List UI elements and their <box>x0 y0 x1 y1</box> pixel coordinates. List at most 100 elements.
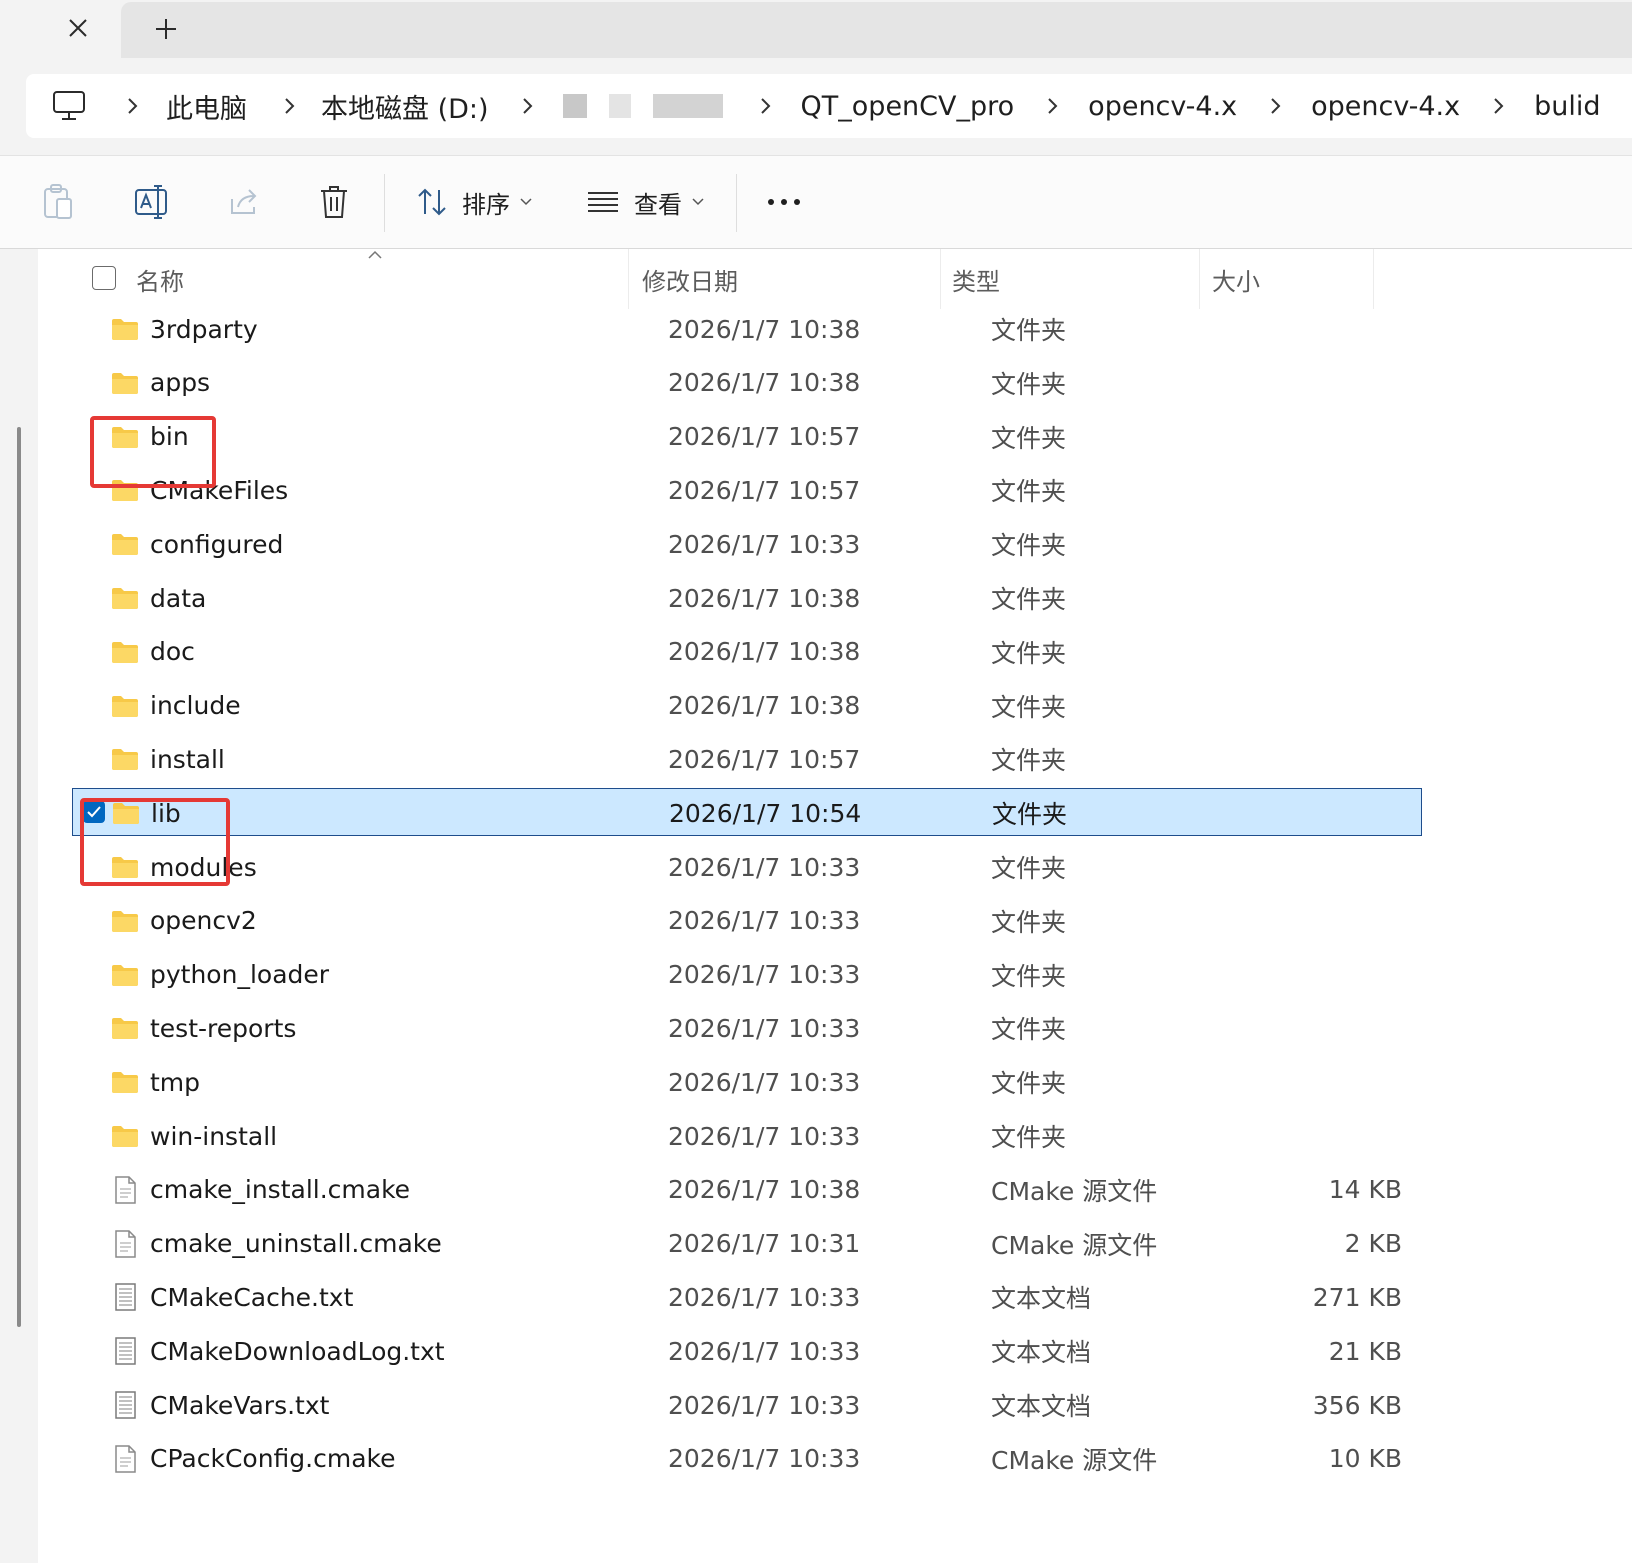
file-row[interactable]: CPackConfig.cmake 2026/1/7 10:33 CMake 源文件… <box>72 1435 1422 1483</box>
file-type: 文件夹 <box>991 907 1067 937</box>
file-row[interactable]: tmp 2026/1/7 10:33 文件夹 <box>72 1058 1422 1106</box>
folder-icon <box>112 910 138 932</box>
chevron-right-icon[interactable] <box>1263 96 1289 116</box>
file-name[interactable]: include <box>150 682 241 730</box>
header-size[interactable]: 大小 <box>1212 249 1260 309</box>
file-modified-date: 2026/1/7 10:38 <box>668 368 861 398</box>
file-name[interactable]: win-install <box>150 1112 277 1160</box>
file-row[interactable]: CMakeDownloadLog.txt 2026/1/7 10:33 文本文档 21… <box>72 1327 1422 1375</box>
file-name[interactable]: configured <box>150 520 283 568</box>
annotation-box-lib <box>80 798 230 886</box>
file-modified-date: 2026/1/7 10:57 <box>668 422 861 452</box>
file-name[interactable]: install <box>150 735 225 783</box>
breadcrumb-opencv-4x-inner[interactable]: opencv-4.x <box>1311 91 1460 122</box>
file-row[interactable]: configured 2026/1/7 10:33 文件夹 <box>72 520 1422 568</box>
file-type: 文件夹 <box>992 800 1068 830</box>
file-name[interactable]: tmp <box>150 1058 200 1106</box>
chevron-right-icon[interactable] <box>1486 96 1512 116</box>
file-modified-date: 2026/1/7 10:33 <box>668 852 861 882</box>
file-row[interactable]: include 2026/1/7 10:38 文件夹 <box>72 682 1422 730</box>
chevron-down-icon <box>520 198 532 206</box>
chevron-right-icon[interactable] <box>277 96 303 116</box>
file-name[interactable]: test-reports <box>150 1004 296 1052</box>
breadcrumb-bulid[interactable]: bulid <box>1534 91 1600 122</box>
column-header: 名称 修改日期 类型 大小 <box>38 249 1632 309</box>
new-tab-area <box>121 2 1632 58</box>
sort-button[interactable]: 排序 <box>416 180 532 224</box>
file-row[interactable]: doc 2026/1/7 10:38 文件夹 <box>72 628 1422 676</box>
column-divider[interactable] <box>1373 249 1374 309</box>
header-type[interactable]: 类型 <box>952 249 1000 309</box>
file-size: 21 KB <box>1328 1336 1402 1366</box>
folder-icon <box>112 1072 138 1094</box>
breadcrumb-opencv-4x[interactable]: opencv-4.x <box>1088 91 1237 122</box>
select-all-checkbox[interactable] <box>92 266 116 290</box>
file-name[interactable]: CMakeDownloadLog.txt <box>150 1327 445 1375</box>
navigation-pane-edge <box>0 249 38 1563</box>
file-name[interactable]: CMakeVars.txt <box>150 1381 329 1429</box>
breadcrumb-redacted[interactable] <box>562 94 723 118</box>
paste-button[interactable] <box>42 180 76 224</box>
rename-button[interactable] <box>134 180 172 224</box>
column-divider[interactable] <box>628 249 629 309</box>
file-modified-date: 2026/1/7 10:57 <box>668 475 861 505</box>
file-name[interactable]: opencv2 <box>150 897 257 945</box>
breadcrumb-this-pc[interactable]: 此电脑 <box>166 87 247 126</box>
file-row[interactable]: install 2026/1/7 10:57 文件夹 <box>72 735 1422 783</box>
chevron-right-icon[interactable] <box>1040 96 1066 116</box>
file-modified-date: 2026/1/7 10:54 <box>669 798 862 828</box>
file-row[interactable]: 3rdparty 2026/1/7 10:38 文件夹 <box>72 305 1422 353</box>
file-row[interactable]: CMakeCache.txt 2026/1/7 10:33 文本文档 271 KB <box>72 1273 1422 1321</box>
chevron-right-icon[interactable] <box>120 96 146 116</box>
file-name[interactable]: cmake_install.cmake <box>150 1166 410 1214</box>
breadcrumb-local-disk[interactable]: 本地磁盘 (D:) <box>321 87 489 126</box>
chevron-right-icon[interactable] <box>753 96 779 116</box>
header-name[interactable]: 名称 <box>136 249 184 309</box>
breadcrumb-qt-opencv-pro[interactable]: QT_openCV_pro <box>801 91 1015 122</box>
file-name[interactable]: doc <box>150 628 195 676</box>
more-options-button[interactable] <box>766 180 802 224</box>
file-row[interactable]: python_loader 2026/1/7 10:33 文件夹 <box>72 951 1422 999</box>
close-tab-button[interactable] <box>58 8 98 48</box>
file-name[interactable]: python_loader <box>150 951 329 999</box>
scrollbar-thumb[interactable] <box>17 427 21 1327</box>
file-row[interactable]: test-reports 2026/1/7 10:33 文件夹 <box>72 1004 1422 1052</box>
column-divider[interactable] <box>1199 249 1200 309</box>
share-button[interactable] <box>228 180 262 224</box>
this-pc-icon[interactable] <box>52 90 86 122</box>
folder-icon <box>112 641 138 663</box>
header-date[interactable]: 修改日期 <box>642 249 738 309</box>
file-row[interactable]: win-install 2026/1/7 10:33 文件夹 <box>72 1112 1422 1160</box>
view-button[interactable]: 查看 <box>586 180 704 224</box>
file-name[interactable]: cmake_uninstall.cmake <box>150 1220 442 1268</box>
folder-icon <box>112 695 138 717</box>
address-bar[interactable]: 此电脑 本地磁盘 (D:) QT_openCV_pro opencv-4.x o… <box>26 74 1632 138</box>
file-row[interactable]: cmake_uninstall.cmake 2026/1/7 10:31 CMake… <box>72 1220 1422 1268</box>
file-row[interactable]: cmake_install.cmake 2026/1/7 10:38 CMake 源… <box>72 1166 1422 1214</box>
plus-icon[interactable] <box>151 14 181 44</box>
file-row[interactable]: CMakeFiles 2026/1/7 10:57 文件夹 <box>72 466 1422 514</box>
file-type: 文本文档 <box>991 1284 1092 1314</box>
file-modified-date: 2026/1/7 10:33 <box>668 1121 861 1151</box>
file-row[interactable]: CMakeVars.txt 2026/1/7 10:33 文本文档 356 KB <box>72 1381 1422 1429</box>
file-row[interactable]: lib 2026/1/7 10:54 文件夹 <box>72 788 1422 837</box>
file-name[interactable]: CPackConfig.cmake <box>150 1435 396 1483</box>
file-modified-date: 2026/1/7 10:33 <box>668 1282 861 1312</box>
file-name[interactable]: 3rdparty <box>150 305 258 353</box>
file-name[interactable]: data <box>150 574 206 622</box>
column-divider[interactable] <box>940 249 941 309</box>
file-row[interactable]: bin 2026/1/7 10:57 文件夹 <box>72 413 1422 461</box>
file-name[interactable]: apps <box>150 359 210 407</box>
file-icon <box>115 1229 136 1258</box>
file-row[interactable]: opencv2 2026/1/7 10:33 文件夹 <box>72 897 1422 945</box>
file-row[interactable]: data 2026/1/7 10:38 文件夹 <box>72 574 1422 622</box>
breadcrumb: 此电脑 本地磁盘 (D:) QT_openCV_pro opencv-4.x o… <box>120 74 1601 138</box>
chevron-right-icon[interactable] <box>515 96 541 116</box>
file-row[interactable]: apps 2026/1/7 10:38 文件夹 <box>72 359 1422 407</box>
file-row[interactable]: modules 2026/1/7 10:33 文件夹 <box>72 843 1422 891</box>
file-name[interactable]: CMakeCache.txt <box>150 1273 353 1321</box>
file-icon <box>115 1176 136 1204</box>
delete-button[interactable] <box>318 180 350 224</box>
file-modified-date: 2026/1/7 10:57 <box>668 744 861 774</box>
file-icon <box>115 1445 136 1473</box>
